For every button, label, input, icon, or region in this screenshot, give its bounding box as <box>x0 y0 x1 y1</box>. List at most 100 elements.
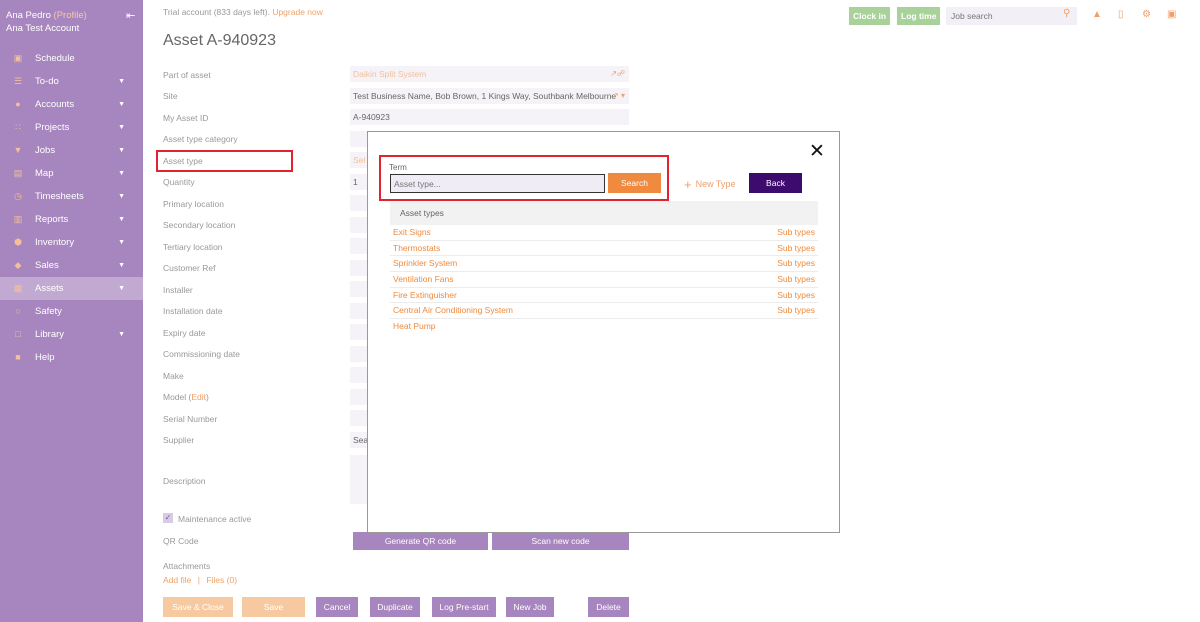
label-customer-ref: Customer Ref <box>163 263 216 273</box>
sidebar-item-safety[interactable]: ○ Safety <box>0 300 143 323</box>
asset-types-table: Asset types Exit Signs Sub types Thermosta… <box>390 201 818 335</box>
calendar-icon: ▣ <box>13 53 23 63</box>
site-select[interactable]: Test Business Name, Bob Brown, 1 Kings W… <box>350 88 629 104</box>
sidebar-item-projects[interactable]: ∷ Projects ▼ <box>0 116 143 139</box>
sub-types-link[interactable]: Sub types <box>777 241 815 256</box>
files-link[interactable]: Files (0) <box>206 575 237 585</box>
attach-separator: | <box>197 575 200 585</box>
sidebar-item-library[interactable]: □ Library ▼ <box>0 323 143 346</box>
table-row: Thermostats Sub types <box>390 241 818 257</box>
chevron-down-icon[interactable]: ▼ <box>118 231 125 254</box>
delete-button[interactable]: Delete <box>588 597 629 617</box>
chevron-down-icon[interactable]: ▼ <box>118 162 125 185</box>
chevron-down-icon[interactable]: ↗ ▾ <box>612 88 625 104</box>
sidebar-item-schedule[interactable]: ▣ Schedule <box>0 47 143 70</box>
scan-new-code-button[interactable]: Scan new code <box>492 532 629 550</box>
phone-icon[interactable]: ▯ <box>1118 9 1124 20</box>
sub-types-link[interactable]: Sub types <box>777 272 815 287</box>
model-edit-link[interactable]: Edit <box>191 392 206 402</box>
label-my-asset-id: My Asset ID <box>163 113 209 123</box>
label-commissioning-date: Commissioning date <box>163 349 241 359</box>
search-icon[interactable]: ⚲ <box>1063 8 1070 19</box>
todo-icon: ☰ <box>13 76 23 86</box>
my-asset-id-field[interactable]: A-940923 <box>350 109 629 125</box>
asset-type-link[interactable]: Heat Pump <box>393 321 436 331</box>
label-quantity: Quantity <box>163 177 195 187</box>
sub-types-link[interactable]: Sub types <box>777 303 815 318</box>
chevron-down-icon[interactable]: ▼ <box>118 185 125 208</box>
plus-icon: + <box>684 177 692 192</box>
label-model-close: ) <box>206 392 209 402</box>
asset-type-link[interactable]: Central Air Conditioning System <box>393 305 513 315</box>
chevron-down-icon[interactable]: ▼ <box>118 70 125 93</box>
asset-type-search-input[interactable] <box>390 174 605 193</box>
sidebar-item-label: Projects <box>35 122 70 133</box>
sidebar-item-help[interactable]: ■ Help <box>0 346 143 369</box>
log-time-button[interactable]: Log time <box>897 7 941 25</box>
term-label: Term <box>389 163 407 172</box>
clock-icon: ◷ <box>14 191 22 201</box>
sidebar-item-inventory[interactable]: ⬢ Inventory ▼ <box>0 231 143 254</box>
new-type-button[interactable]: + New Type <box>684 177 735 192</box>
person-icon: ● <box>15 99 21 109</box>
maintenance-active-label: Maintenance active <box>178 514 252 524</box>
generate-qr-button[interactable]: Generate QR code <box>353 532 488 550</box>
save-close-button[interactable]: Save & Close <box>163 597 233 617</box>
asset-type-link[interactable]: Fire Extinguisher <box>393 290 457 300</box>
chevron-down-icon[interactable]: ▼ <box>118 208 125 231</box>
sidebar-item-label: Library <box>35 329 65 340</box>
chevron-down-icon[interactable]: ▼ <box>118 93 125 116</box>
upgrade-link[interactable]: Upgrade now <box>272 7 323 17</box>
page-title: Asset A-940923 <box>163 32 276 49</box>
label-model: Model (Edit) <box>163 392 209 402</box>
sidebar-item-map[interactable]: ▤ Map ▼ <box>0 162 143 185</box>
cancel-button[interactable]: Cancel <box>316 597 358 617</box>
assets-icon: ▦ <box>13 283 23 293</box>
gear-icon[interactable]: ⚙ <box>1142 9 1151 20</box>
bell-icon[interactable]: ▲ <box>1092 9 1102 20</box>
sidebar-item-reports[interactable]: ▥ Reports ▼ <box>0 208 143 231</box>
chevron-down-icon[interactable]: ▼ <box>118 254 125 277</box>
add-file-link[interactable]: Add file <box>163 575 191 585</box>
log-prestart-button[interactable]: Log Pre-start <box>432 597 496 617</box>
external-link-icon[interactable]: ↗☍ <box>610 66 625 82</box>
book-icon: □ <box>15 329 21 339</box>
label-site: Site <box>163 91 178 101</box>
chevron-down-icon[interactable]: ▼ <box>118 116 125 139</box>
account-name: Ana Test Account <box>6 23 80 34</box>
chevron-down-icon[interactable]: ▼ <box>118 139 125 162</box>
asset-type-link[interactable]: Thermostats <box>393 243 440 253</box>
sidebar-item-timesheets[interactable]: ◷ Timesheets ▼ <box>0 185 143 208</box>
back-button[interactable]: Back <box>749 173 802 193</box>
shield-icon: ○ <box>15 306 21 316</box>
new-job-button[interactable]: New Job <box>506 597 554 617</box>
search-button[interactable]: Search <box>608 173 661 193</box>
table-body: Exit Signs Sub types Thermostats Sub types S… <box>390 225 818 335</box>
job-search-input[interactable] <box>946 7 1077 25</box>
sub-types-link[interactable]: Sub types <box>777 288 815 303</box>
sub-types-link[interactable]: Sub types <box>777 256 815 271</box>
asset-type-link[interactable]: Sprinkler System <box>393 258 457 268</box>
sidebar-item-jobs[interactable]: ▼ Jobs ▼ <box>0 139 143 162</box>
chevron-down-icon[interactable]: ▼ <box>118 323 125 346</box>
part-of-asset-field[interactable]: Daikin Split System ↗☍ <box>350 66 629 82</box>
sub-types-link[interactable]: Sub types <box>777 225 815 240</box>
new-type-label: New Type <box>695 179 736 189</box>
store-icon[interactable]: ▣ <box>1167 9 1176 20</box>
maintenance-active-checkbox[interactable]: ✓ <box>163 513 173 523</box>
table-row: Exit Signs Sub types <box>390 225 818 241</box>
label-qr-code: QR Code <box>163 536 199 546</box>
sidebar-item-to-do[interactable]: ☰ To-do ▼ <box>0 70 143 93</box>
sidebar-item-accounts[interactable]: ● Accounts ▼ <box>0 93 143 116</box>
collapse-sidebar-icon[interactable]: ⇤ <box>126 9 135 22</box>
save-button[interactable]: Save <box>242 597 305 617</box>
asset-type-link[interactable]: Ventilation Fans <box>393 274 453 284</box>
clock-in-button[interactable]: Clock in <box>849 7 891 25</box>
profile-link[interactable]: (Profile) <box>54 10 87 21</box>
duplicate-button[interactable]: Duplicate <box>370 597 420 617</box>
close-icon[interactable]: ✕ <box>809 142 825 162</box>
sidebar-item-sales[interactable]: ◆ Sales ▼ <box>0 254 143 277</box>
asset-type-link[interactable]: Exit Signs <box>393 227 431 237</box>
chevron-down-icon[interactable]: ▼ <box>118 277 125 300</box>
sidebar-item-assets[interactable]: ▦ Assets ▼ <box>0 277 143 300</box>
